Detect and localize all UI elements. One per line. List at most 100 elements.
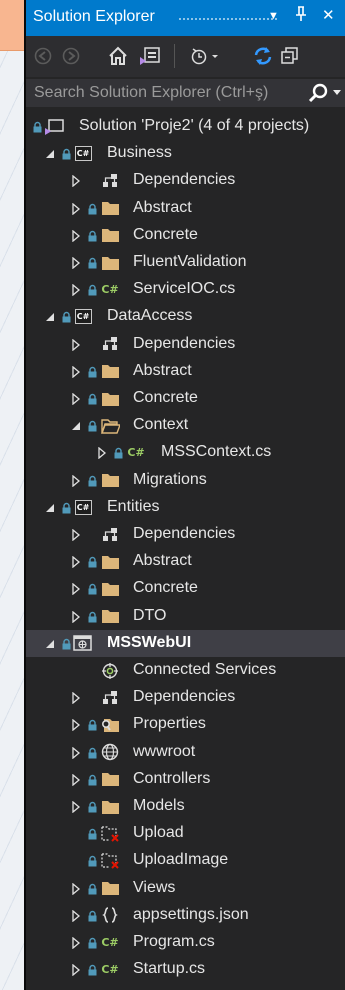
title-bar: Solution Explorer ▼ ✕ bbox=[26, 0, 345, 36]
lock-icon bbox=[88, 365, 97, 378]
tree-item[interactable]: C# DataAccess bbox=[26, 303, 345, 330]
collapsed-arrow-icon[interactable] bbox=[70, 800, 82, 814]
tree-item[interactable]: C# Program.cs bbox=[26, 929, 345, 956]
tree-item[interactable]: Controllers bbox=[26, 766, 345, 793]
collapsed-arrow-icon[interactable] bbox=[70, 474, 82, 487]
solution-explorer-panel: Solution Explorer ▼ ✕ Search Solution Ex… bbox=[26, 0, 345, 990]
tree-item[interactable]: C# Entities bbox=[26, 494, 345, 521]
collapsed-arrow-icon[interactable] bbox=[70, 365, 82, 379]
expanded-arrow-icon[interactable] bbox=[44, 501, 56, 513]
collapsed-arrow-icon[interactable] bbox=[96, 446, 108, 460]
pin-button[interactable] bbox=[295, 6, 307, 26]
tree-item[interactable]: MSSWebUI bbox=[26, 629, 345, 657]
tree-item[interactable]: appsettings.json bbox=[26, 902, 345, 929]
folder-icon bbox=[100, 362, 120, 381]
tree-item[interactable]: C# Startup.cs bbox=[26, 956, 345, 983]
tree-item[interactable]: wwwroot bbox=[26, 739, 345, 766]
lock-icon bbox=[88, 555, 97, 568]
collapse-all-button[interactable] bbox=[280, 44, 300, 68]
collapsed-arrow-icon[interactable] bbox=[70, 256, 82, 270]
expanded-arrow-icon[interactable] bbox=[70, 419, 82, 431]
collapsed-arrow-icon[interactable] bbox=[70, 963, 82, 977]
home-button[interactable] bbox=[108, 44, 128, 68]
collapsed-arrow-icon[interactable] bbox=[70, 582, 82, 596]
forward-button[interactable] bbox=[62, 44, 80, 68]
tree-item[interactable]: Dependencies bbox=[26, 167, 345, 194]
collapsed-arrow-icon[interactable] bbox=[70, 202, 82, 215]
lock-icon bbox=[88, 882, 97, 895]
collapsed-arrow-icon[interactable] bbox=[70, 555, 82, 569]
window-position-dropdown-button[interactable]: ▼ bbox=[268, 10, 279, 22]
tree-item[interactable]: Abstract bbox=[26, 195, 345, 222]
collapsed-arrow-icon[interactable] bbox=[70, 229, 82, 243]
back-button[interactable] bbox=[34, 44, 52, 68]
lock-icon bbox=[62, 637, 71, 650]
search-button[interactable] bbox=[307, 82, 329, 104]
collapsed-arrow-icon[interactable] bbox=[70, 338, 82, 351]
tree-item-label: Startup.cs bbox=[133, 960, 206, 978]
search-options-dropdown[interactable] bbox=[333, 90, 341, 95]
switch-views-button[interactable] bbox=[139, 44, 161, 68]
lock-icon bbox=[88, 963, 97, 976]
collapsed-arrow-icon[interactable] bbox=[70, 392, 82, 406]
tree-item[interactable]: Solution 'Proje2' (4 of 4 projects) bbox=[26, 113, 345, 140]
tree-item[interactable]: Connected Services bbox=[26, 657, 345, 684]
expanded-arrow-icon[interactable] bbox=[44, 637, 56, 649]
lock-icon bbox=[88, 419, 97, 432]
tree-item[interactable]: Concrete bbox=[26, 575, 345, 602]
tree-item[interactable]: Views bbox=[26, 875, 345, 902]
tree-item[interactable]: FluentValidation bbox=[26, 249, 345, 276]
lock-icon bbox=[62, 310, 71, 323]
collapsed-arrow-icon[interactable] bbox=[70, 936, 82, 950]
sync-button[interactable] bbox=[252, 44, 274, 68]
tree-item[interactable]: Models bbox=[26, 793, 345, 820]
lock-icon bbox=[88, 229, 97, 242]
tree-item-label: Context bbox=[133, 416, 189, 434]
tree-item[interactable]: DTO bbox=[26, 603, 345, 630]
collapsed-arrow-icon[interactable] bbox=[70, 691, 82, 705]
close-button[interactable]: ✕ bbox=[322, 6, 335, 24]
tree-item-label: Abstract bbox=[133, 198, 192, 216]
search-input[interactable] bbox=[26, 79, 301, 107]
tree-item[interactable]: C# Business bbox=[26, 140, 345, 167]
tree-item-label: Models bbox=[133, 797, 185, 814]
tree-item[interactable]: Abstract bbox=[26, 548, 345, 575]
folder-icon bbox=[100, 389, 120, 408]
connected-services-icon bbox=[100, 661, 120, 680]
collapsed-arrow-icon[interactable] bbox=[70, 174, 82, 188]
tree-item[interactable]: Abstract bbox=[26, 358, 345, 385]
collapsed-arrow-icon[interactable] bbox=[70, 882, 82, 895]
tree-item[interactable]: Dependencies bbox=[26, 331, 345, 358]
tree-item[interactable]: Concrete bbox=[26, 222, 345, 249]
tree-item-label: Business bbox=[107, 144, 172, 162]
pending-changes-filter-button[interactable] bbox=[190, 44, 220, 68]
tree-item[interactable]: C# MSSContext.cs bbox=[26, 439, 345, 466]
globe-icon bbox=[100, 743, 120, 762]
tree-item-label: FluentValidation bbox=[133, 253, 247, 270]
collapsed-arrow-icon[interactable] bbox=[70, 528, 82, 542]
tree-item[interactable]: Concrete bbox=[26, 385, 345, 412]
tree-item[interactable]: Migrations bbox=[26, 467, 345, 494]
tree-item-label: DataAccess bbox=[107, 307, 193, 325]
collapse-all-icon bbox=[281, 47, 298, 64]
expanded-arrow-icon[interactable] bbox=[44, 147, 56, 159]
tree-item[interactable]: UploadImage bbox=[26, 847, 345, 874]
tree-item[interactable]: Dependencies bbox=[26, 521, 345, 548]
collapsed-arrow-icon[interactable] bbox=[70, 746, 82, 759]
collapsed-arrow-icon[interactable] bbox=[70, 773, 82, 787]
tree-item[interactable]: Upload bbox=[26, 820, 345, 847]
tree-item-label: Abstract bbox=[133, 361, 192, 379]
collapsed-arrow-icon[interactable] bbox=[70, 909, 82, 923]
tree-item[interactable]: Context bbox=[26, 412, 345, 439]
title-grip[interactable] bbox=[178, 17, 278, 21]
search-bar bbox=[26, 79, 345, 107]
collapsed-arrow-icon[interactable] bbox=[70, 610, 82, 623]
tree-item[interactable]: C# ServiceIOC.cs bbox=[26, 276, 345, 303]
collapsed-arrow-icon[interactable] bbox=[70, 718, 82, 732]
collapsed-arrow-icon[interactable] bbox=[70, 283, 82, 297]
tree-item[interactable]: Dependencies bbox=[26, 684, 345, 711]
expanded-arrow-icon[interactable] bbox=[44, 310, 56, 322]
lock-icon bbox=[88, 202, 97, 215]
tree-item[interactable]: Properties bbox=[26, 711, 345, 738]
lock-icon bbox=[88, 718, 97, 731]
